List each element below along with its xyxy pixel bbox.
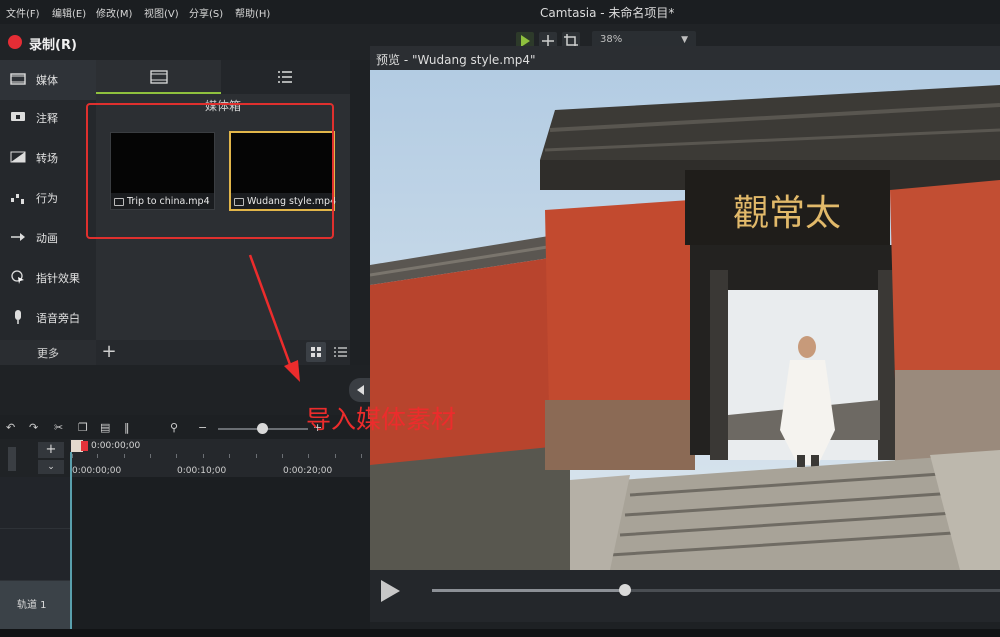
ruler-tick: [361, 454, 362, 458]
menu-modify[interactable]: 修改(M): [96, 5, 132, 20]
list-icon: [334, 347, 347, 357]
ruler-tick: [308, 454, 309, 458]
annotation-text: 导入媒体素材: [306, 405, 457, 434]
zoom-out-icon[interactable]: −: [198, 422, 210, 434]
add-track-button[interactable]: +: [38, 442, 64, 458]
ruler-tick: [97, 454, 98, 458]
redo-icon[interactable]: ↷: [29, 422, 41, 434]
track-options-chevron-icon[interactable]: ⌄: [38, 460, 64, 474]
ruler-time-label: 0:00:20;00: [283, 466, 333, 476]
status-bar: [0, 629, 1000, 637]
tab-media-bin[interactable]: [96, 60, 221, 94]
empty-track-header: [0, 477, 70, 529]
track-name: 轨道 1: [17, 600, 47, 611]
empty-track-header: [0, 529, 70, 581]
play-button[interactable]: [381, 580, 400, 602]
menu-file[interactable]: 文件(F): [6, 5, 40, 20]
record-icon[interactable]: [8, 35, 22, 49]
sidebar-item-label: 转场: [36, 152, 58, 165]
annotation-highlight-box: [86, 103, 334, 239]
split-icon[interactable]: ‖: [124, 422, 136, 434]
video-frame-image: 觀常太: [370, 70, 1000, 570]
search-icon[interactable]: ⚲: [170, 422, 182, 434]
chevron-left-icon: [357, 385, 364, 395]
seek-progress: [432, 589, 626, 592]
cut-icon[interactable]: ✂: [54, 422, 66, 434]
cursor-effect-icon: [11, 270, 24, 284]
behavior-icon: [11, 194, 24, 204]
track-handle[interactable]: [8, 447, 16, 471]
list-view-button[interactable]: [330, 342, 350, 362]
record-button[interactable]: 录制(R): [29, 34, 77, 53]
transition-icon: [10, 151, 26, 163]
sidebar-item-label: 行为: [36, 192, 58, 205]
video-preview-canvas[interactable]: 觀常太: [370, 70, 1000, 570]
timeline-tracks[interactable]: [70, 477, 370, 629]
sidebar-item-cursor-effects[interactable]: 指针效果: [0, 258, 96, 298]
sidebar-item-behaviors[interactable]: 行为: [0, 178, 96, 218]
ruler-tick: [150, 454, 151, 458]
sidebar-item-label: 媒体: [36, 74, 58, 87]
playhead-time: 0:00:00;00: [91, 441, 141, 451]
add-media-button[interactable]: +: [98, 342, 120, 362]
sidebar-item-label: 指针效果: [36, 272, 80, 285]
animation-icon: [11, 233, 25, 241]
annotation-arrow: [248, 254, 300, 382]
menu-help[interactable]: 帮助(H): [235, 5, 270, 20]
sidebar-item-label: 语音旁白: [36, 312, 80, 325]
sidebar-item-label: 动画: [36, 232, 58, 245]
playhead-marker[interactable]: [81, 441, 88, 451]
undo-icon[interactable]: ↶: [6, 422, 18, 434]
ruler-time-label: 0:00:00;00: [72, 466, 122, 476]
window-title: Camtasia - 未命名项目*: [540, 6, 675, 20]
film-icon: [150, 70, 168, 84]
menu-edit[interactable]: 编辑(E): [52, 5, 86, 20]
more-label: 更多: [37, 347, 59, 360]
zoom-value: 38%: [600, 34, 623, 45]
microphone-icon: [15, 310, 21, 324]
chevron-down-icon: ▼: [681, 35, 688, 45]
sidebar-item-media[interactable]: 媒体: [0, 60, 96, 100]
ruler-tick: [124, 454, 125, 458]
menu-view[interactable]: 视图(V): [144, 5, 179, 20]
sidebar-item-label: 注释: [36, 112, 58, 125]
playhead-line: [70, 452, 72, 632]
ruler-tick: [282, 454, 283, 458]
collapse-panel-button[interactable]: [349, 378, 371, 402]
preview-title: 预览 - "Wudang style.mp4": [376, 53, 536, 67]
tab-library[interactable]: [223, 60, 348, 94]
ruler-tick: [72, 454, 73, 458]
sidebar: 媒体 注释 转场 行为 动画 指针效果 语音旁白: [0, 60, 96, 365]
preview-header: 预览 - "Wudang style.mp4": [370, 46, 1000, 70]
sidebar-item-transitions[interactable]: 转场: [0, 138, 96, 178]
film-icon: [10, 73, 26, 85]
list-icon: [278, 71, 292, 83]
menu-bar: 文件(F) 编辑(E) 修改(M) 视图(V) 分享(S) 帮助(H): [0, 0, 1000, 24]
paste-icon[interactable]: ▤: [100, 422, 112, 434]
sidebar-item-voice-narration[interactable]: 语音旁白: [0, 298, 96, 338]
seek-handle[interactable]: [619, 584, 632, 596]
annotation-icon: [11, 112, 25, 121]
menu-share[interactable]: 分享(S): [189, 5, 223, 20]
ruler-tick: [176, 454, 177, 458]
sidebar-item-animations[interactable]: 动画: [0, 218, 96, 258]
ruler-tick: [335, 454, 336, 458]
ruler-tick: [203, 454, 204, 458]
playback-controls: [370, 570, 1000, 622]
sidebar-item-annotations[interactable]: 注释: [0, 98, 96, 138]
gate-plaque: 觀常太: [733, 193, 841, 234]
media-tabs: [96, 60, 350, 94]
copy-icon[interactable]: ❐: [78, 422, 90, 434]
ruler-tick: [256, 454, 257, 458]
more-button[interactable]: 更多: [0, 340, 96, 365]
ruler-time-label: 0:00:10;00: [177, 466, 227, 476]
ruler-tick: [229, 454, 230, 458]
timeline-zoom-handle[interactable]: [257, 423, 268, 434]
